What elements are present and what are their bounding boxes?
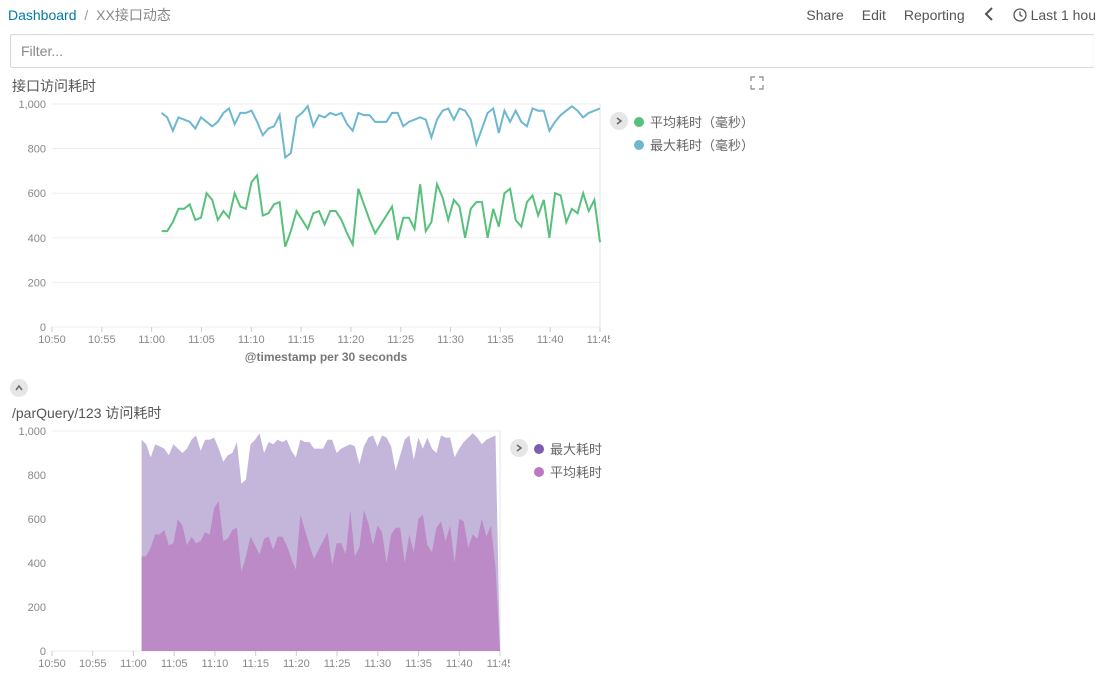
svg-text:11:45: 11:45 xyxy=(487,658,510,670)
svg-text:600: 600 xyxy=(28,514,46,526)
chart-1[interactable]: 0 200 400 600 800 1,000 10:50 10:55 11:00 11:05 11… xyxy=(10,98,610,373)
time-range-label: Last 1 hou xyxy=(1031,7,1096,23)
svg-text:600: 600 xyxy=(28,188,46,200)
top-actions: Share Edit Reporting Last 1 hou xyxy=(806,5,1096,26)
svg-text:0: 0 xyxy=(40,646,46,658)
breadcrumb: Dashboard / XX接口动态 xyxy=(8,5,806,25)
reporting-button[interactable]: Reporting xyxy=(904,7,965,23)
svg-text:11:30: 11:30 xyxy=(364,658,391,670)
svg-text:11:40: 11:40 xyxy=(446,658,473,670)
share-button[interactable]: Share xyxy=(806,7,843,23)
collapse-up-button[interactable] xyxy=(10,379,28,397)
panel-1-legend: 平均耗时（毫秒） 最大耗时（毫秒） xyxy=(610,98,754,373)
top-bar: Dashboard / XX接口动态 Share Edit Reporting … xyxy=(0,0,1104,30)
svg-text:400: 400 xyxy=(28,233,46,245)
legend-swatch xyxy=(634,117,644,127)
svg-text:11:05: 11:05 xyxy=(161,658,188,670)
legend-label: 最大耗时（毫秒） xyxy=(650,135,754,154)
page-title: XX接口动态 xyxy=(96,7,171,23)
legend-swatch xyxy=(534,467,544,477)
svg-text:11:35: 11:35 xyxy=(405,658,432,670)
chart-2[interactable]: 0 200 400 600 800 1,000 10:50 10:55 11:00 11:05 11… xyxy=(10,425,510,677)
legend-collapse-button[interactable] xyxy=(610,112,628,130)
svg-text:11:30: 11:30 xyxy=(437,334,464,346)
svg-text:11:10: 11:10 xyxy=(202,658,229,670)
svg-text:11:45: 11:45 xyxy=(587,334,610,346)
svg-text:200: 200 xyxy=(28,277,46,289)
time-range-picker[interactable]: Last 1 hou xyxy=(1013,7,1096,23)
legend-item[interactable]: 平均耗时 xyxy=(534,462,602,481)
svg-text:1,000: 1,000 xyxy=(18,426,46,438)
svg-text:@timestamp per 30 seconds: @timestamp per 30 seconds xyxy=(245,350,408,364)
panel-1: 接口访问耗时 0 200 400 600 800 1,000 10:50 10:55 11:00… xyxy=(0,72,1104,373)
filter-bar xyxy=(0,30,1104,72)
svg-text:11:00: 11:00 xyxy=(138,334,165,346)
breadcrumb-separator: / xyxy=(84,7,88,23)
svg-text:200: 200 xyxy=(28,602,46,614)
legend-item[interactable]: 最大耗时（毫秒） xyxy=(634,135,754,154)
svg-text:11:40: 11:40 xyxy=(537,334,564,346)
svg-text:10:55: 10:55 xyxy=(79,658,107,670)
legend-label: 最大耗时 xyxy=(550,439,602,458)
svg-text:400: 400 xyxy=(28,558,46,570)
prev-time-button[interactable] xyxy=(983,5,995,26)
svg-text:10:50: 10:50 xyxy=(38,334,66,346)
svg-text:11:20: 11:20 xyxy=(283,658,310,670)
legend-label: 平均耗时 xyxy=(550,462,602,481)
svg-text:10:55: 10:55 xyxy=(88,334,116,346)
svg-text:11:05: 11:05 xyxy=(188,334,215,346)
svg-text:11:25: 11:25 xyxy=(324,658,351,670)
legend-collapse-button[interactable] xyxy=(510,439,528,457)
edit-button[interactable]: Edit xyxy=(862,7,886,23)
filter-input[interactable] xyxy=(10,34,1094,68)
clock-icon xyxy=(1013,8,1027,22)
expand-icon[interactable] xyxy=(750,76,764,93)
dashboard-link[interactable]: Dashboard xyxy=(8,7,77,23)
svg-text:1,000: 1,000 xyxy=(18,99,46,111)
svg-text:11:10: 11:10 xyxy=(238,334,265,346)
legend-item[interactable]: 最大耗时 xyxy=(534,439,602,458)
svg-text:0: 0 xyxy=(40,322,46,334)
svg-text:11:15: 11:15 xyxy=(242,658,269,670)
svg-text:800: 800 xyxy=(28,144,46,156)
svg-text:11:15: 11:15 xyxy=(288,334,315,346)
svg-text:11:00: 11:00 xyxy=(120,658,147,670)
legend-label: 平均耗时（毫秒） xyxy=(650,112,754,131)
svg-text:11:35: 11:35 xyxy=(487,334,514,346)
panel-2-title: /parQuery/123 访问耗时 xyxy=(10,403,1094,423)
panel-2: /parQuery/123 访问耗时 0 200 400 600 800 1,000 10:… xyxy=(0,399,1104,677)
svg-text:800: 800 xyxy=(28,470,46,482)
panel-2-legend: 最大耗时 平均耗时 xyxy=(510,425,602,677)
legend-swatch xyxy=(534,444,544,454)
panel-collapse-row xyxy=(0,373,1104,399)
legend-item[interactable]: 平均耗时（毫秒） xyxy=(634,112,754,131)
panel-1-title: 接口访问耗时 xyxy=(10,76,1094,96)
svg-text:11:25: 11:25 xyxy=(387,334,414,346)
svg-text:11:20: 11:20 xyxy=(338,334,365,346)
legend-swatch xyxy=(634,140,644,150)
svg-text:10:50: 10:50 xyxy=(38,658,66,670)
